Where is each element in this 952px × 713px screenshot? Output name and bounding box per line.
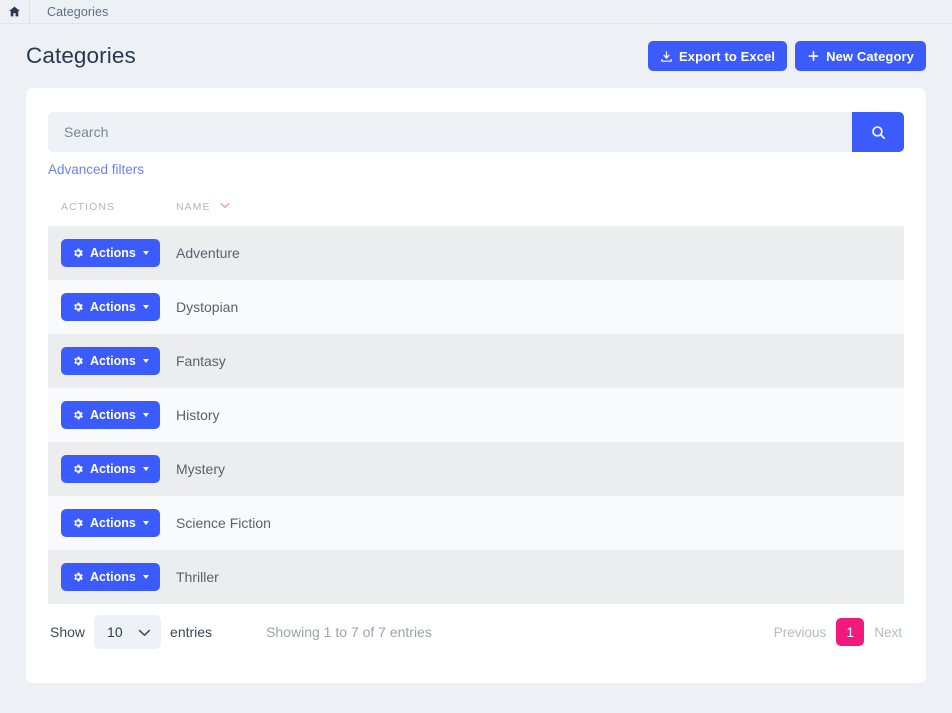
gear-icon [72,571,84,583]
download-icon [660,50,673,63]
search-button[interactable] [852,112,904,152]
row-actions-label: Actions [90,516,136,530]
gear-icon [72,247,84,259]
pagination-next[interactable]: Next [874,625,902,640]
table-row: Actions Fantasy [48,334,904,388]
page-size-select-wrapper: 102550100 [94,615,161,649]
gear-icon [72,517,84,529]
page-title: Categories [26,43,136,69]
category-name: Science Fiction [176,515,271,531]
table-head: Actions Name [48,200,904,226]
table-cell-name: Mystery [176,442,904,496]
table-row: Actions Adventure [48,226,904,280]
table-footer: Show 102550100 entries Showing 1 to 7 of… [48,604,904,660]
table-cell-actions: Actions [48,226,176,280]
show-label: Show [50,624,85,640]
caret-down-icon [143,305,149,309]
table-row: Actions Science Fiction [48,496,904,550]
top-navbar: Categories [0,0,952,24]
plus-icon [807,50,820,63]
search-icon [870,124,887,141]
table-cell-name: Dystopian [176,280,904,334]
category-name: Mystery [176,461,225,477]
content-card: Advanced filters Actions Name Actions Adv… [26,88,926,683]
category-name: Thriller [176,569,219,585]
row-actions-button[interactable]: Actions [61,239,160,267]
new-category-label: New Category [826,49,914,64]
row-actions-label: Actions [90,408,136,422]
header-action-buttons: Export to Excel New Category [648,41,926,71]
row-actions-button[interactable]: Actions [61,563,160,591]
pagination-page-1[interactable]: 1 [836,618,864,646]
category-name: Adventure [176,245,240,261]
row-actions-label: Actions [90,354,136,368]
entries-label: entries [170,624,212,640]
row-actions-label: Actions [90,300,136,314]
column-header-name[interactable]: Name [176,200,904,226]
table-header-row: Actions Name [48,200,904,226]
gear-icon [72,409,84,421]
caret-down-icon [143,251,149,255]
row-actions-button[interactable]: Actions [61,455,160,483]
category-name: History [176,407,220,423]
category-name: Fantasy [176,353,226,369]
column-header-name-label: Name [176,201,211,213]
pagination-previous[interactable]: Previous [774,625,827,640]
table-cell-actions: Actions [48,496,176,550]
gear-icon [72,301,84,313]
export-to-excel-label: Export to Excel [679,49,775,64]
gear-icon [72,355,84,367]
table-cell-actions: Actions [48,334,176,388]
category-name: Dystopian [176,299,238,315]
caret-down-icon [143,413,149,417]
caret-down-icon [143,575,149,579]
table-cell-actions: Actions [48,388,176,442]
column-header-actions-label: Actions [61,201,115,213]
table-row: Actions History [48,388,904,442]
table-cell-actions: Actions [48,550,176,604]
table-row: Actions Dystopian [48,280,904,334]
table-row: Actions Thriller [48,550,904,604]
table-cell-name: Fantasy [176,334,904,388]
showing-entries-info: Showing 1 to 7 of 7 entries [266,624,432,640]
export-to-excel-button[interactable]: Export to Excel [648,41,787,71]
table-cell-actions: Actions [48,280,176,334]
gear-icon [72,463,84,475]
table-cell-name: Thriller [176,550,904,604]
page-header: Categories Export to Excel New Category [0,24,952,88]
pagination: Previous 1 Next [774,618,902,646]
table-body: Actions Adventure Actions Dystopian Actions F… [48,226,904,604]
home-icon[interactable] [0,5,29,18]
show-entries-control: Show 102550100 entries [50,615,212,649]
table-cell-name: Adventure [176,226,904,280]
caret-down-icon [143,521,149,525]
row-actions-label: Actions [90,570,136,584]
new-category-button[interactable]: New Category [795,41,926,71]
table-cell-name: History [176,388,904,442]
categories-table: Actions Name Actions Adventure Actions Dyst… [48,200,904,604]
row-actions-label: Actions [90,246,136,260]
column-header-actions[interactable]: Actions [48,200,176,226]
breadcrumb: Categories [30,5,108,19]
table-cell-actions: Actions [48,442,176,496]
row-actions-button[interactable]: Actions [61,509,160,537]
row-actions-label: Actions [90,462,136,476]
row-actions-button[interactable]: Actions [61,347,160,375]
search-row [48,112,904,152]
page-size-select[interactable]: 102550100 [94,615,161,649]
caret-down-icon [143,359,149,363]
table-row: Actions Mystery [48,442,904,496]
row-actions-button[interactable]: Actions [61,293,160,321]
search-input[interactable] [48,112,852,152]
chevron-down-icon [220,200,230,212]
table-cell-name: Science Fiction [176,496,904,550]
advanced-filters-link[interactable]: Advanced filters [48,162,144,177]
caret-down-icon [143,467,149,471]
row-actions-button[interactable]: Actions [61,401,160,429]
